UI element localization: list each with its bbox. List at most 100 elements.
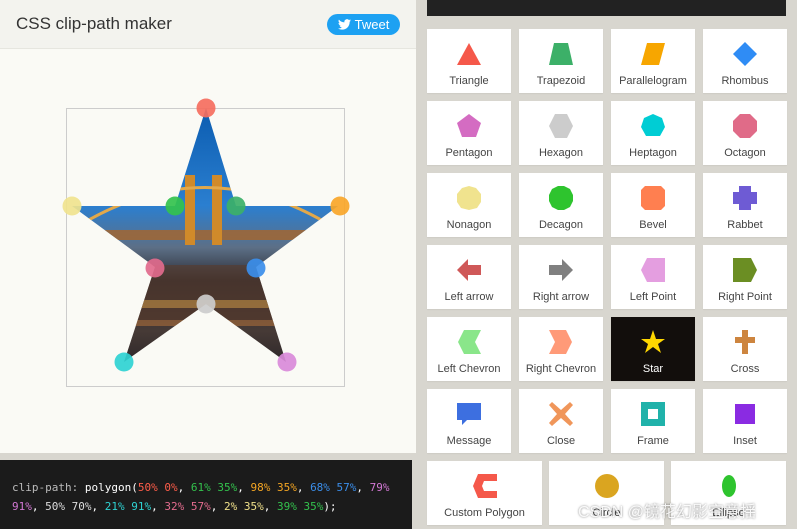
shape-button-frame[interactable]: Frame	[611, 389, 695, 453]
shape-button-parallelogram[interactable]: Parallelogram	[611, 29, 695, 93]
shape-label: Circle	[592, 507, 621, 519]
bevel-icon	[641, 186, 665, 210]
pentagon-icon	[457, 114, 481, 137]
shape-button-hexagon[interactable]: Hexagon	[519, 101, 603, 165]
handle-inner-right[interactable]	[246, 258, 266, 278]
hexagon-icon	[549, 114, 573, 138]
shape-label: Right arrow	[532, 291, 590, 303]
top-bar	[427, 0, 786, 16]
shape-button-pentagon[interactable]: Pentagon	[427, 101, 511, 165]
shape-button-message[interactable]: Message	[427, 389, 511, 453]
shape-label: Frame	[637, 435, 669, 447]
shape-label: Message	[446, 435, 492, 447]
shape-label: Left Chevron	[437, 363, 501, 375]
shape-button-left-arrow[interactable]: Left arrow	[427, 245, 511, 309]
shape-label: Decagon	[538, 219, 584, 231]
shape-label: Nonagon	[446, 219, 492, 231]
handle-inner-bottom[interactable]	[196, 294, 216, 314]
shape-button-heptagon[interactable]: Heptagon	[611, 101, 695, 165]
shape-button-octagon[interactable]: Octagon	[703, 101, 787, 165]
shape-label: Trapezoid	[536, 75, 586, 87]
code-point: 2% 35%	[223, 500, 264, 513]
code-point: 39% 35%	[276, 500, 324, 513]
handle-right[interactable]	[330, 196, 350, 216]
handle-bottom-left[interactable]	[114, 352, 134, 372]
shape-label: Cross	[730, 363, 760, 375]
triangle-icon	[457, 43, 481, 65]
shape-button-circle[interactable]: Circle	[549, 461, 664, 525]
clipped-photo	[72, 108, 338, 362]
right-chevron-icon	[549, 330, 572, 354]
shape-button-decagon[interactable]: Decagon	[519, 173, 603, 237]
custom-polygon-icon	[472, 474, 497, 498]
shape-label: Custom Polygon	[444, 507, 525, 519]
code-output[interactable]: clip-path: polygon(50% 0%, 61% 35%, 98% …	[0, 460, 412, 529]
star-icon	[641, 330, 665, 353]
decagon-icon	[549, 186, 573, 210]
shape-button-nonagon[interactable]: Nonagon	[427, 173, 511, 237]
close-icon	[549, 402, 573, 426]
left-arrow-icon	[457, 259, 481, 281]
shape-label: Right Chevron	[525, 363, 597, 375]
shape-label: Right Point	[718, 291, 772, 303]
shape-label: Left arrow	[444, 291, 494, 303]
shape-label: Pentagon	[445, 147, 493, 159]
handle-left[interactable]	[62, 196, 82, 216]
code-property: clip-path:	[12, 481, 79, 494]
code-function: polygon(	[84, 481, 138, 494]
editor-panel: CSS clip-path maker Tweet	[0, 0, 416, 453]
shape-button-inset[interactable]: Inset	[703, 389, 787, 453]
shape-button-triangle[interactable]: Triangle	[427, 29, 511, 93]
shape-label: Ellipse	[712, 507, 745, 519]
cross-icon	[735, 330, 755, 354]
code-point: 68% 57%	[310, 481, 357, 494]
shape-label: Inset	[733, 435, 757, 447]
shape-label: Heptagon	[629, 147, 677, 159]
rabbet-icon	[733, 186, 757, 210]
handle-inner-left[interactable]	[145, 258, 165, 278]
shape-label: Rabbet	[727, 219, 763, 231]
left-point-icon	[641, 258, 665, 282]
circle-icon	[594, 474, 619, 498]
shape-button-right-arrow[interactable]: Right arrow	[519, 245, 603, 309]
code-point: 32% 57%	[164, 500, 211, 513]
shape-label: Octagon	[724, 147, 766, 159]
trapezoid-icon	[549, 43, 573, 65]
heptagon-icon	[641, 114, 665, 136]
shape-button-bevel[interactable]: Bevel	[611, 173, 695, 237]
shape-button-rabbet[interactable]: Rabbet	[703, 173, 787, 237]
message-icon	[457, 403, 481, 425]
code-close: );	[323, 500, 337, 513]
shape-button-trapezoid[interactable]: Trapezoid	[519, 29, 603, 93]
code-point: 98% 35%	[250, 481, 297, 494]
shape-button-right-chevron[interactable]: Right Chevron	[519, 317, 603, 381]
shape-button-close[interactable]: Close	[519, 389, 603, 453]
shape-button-left-point[interactable]: Left Point	[611, 245, 695, 309]
shape-label: Star	[642, 363, 664, 375]
frame-icon	[641, 402, 665, 426]
handle-bottom-right[interactable]	[277, 352, 297, 372]
left-chevron-icon	[458, 330, 481, 354]
parallelogram-icon	[641, 43, 665, 65]
right-arrow-icon	[549, 259, 573, 281]
shape-button-rhombus[interactable]: Rhombus	[703, 29, 787, 93]
shape-button-cross[interactable]: Cross	[703, 317, 787, 381]
code-point: 50% 0%	[137, 481, 178, 494]
shape-button-ellipse[interactable]: Ellipse	[671, 461, 786, 525]
shape-label: Bevel	[639, 219, 667, 231]
code-point: 61% 35%	[190, 481, 238, 494]
shape-button-custom-polygon[interactable]: Custom Polygon	[427, 461, 542, 525]
code-point: 50% 70%	[45, 500, 92, 513]
shape-button-left-chevron[interactable]: Left Chevron	[427, 317, 511, 381]
code-point: 21% 91%	[104, 500, 152, 513]
handle-inner-left-top[interactable]	[165, 196, 185, 216]
handle-top[interactable]	[196, 98, 216, 118]
nonagon-icon	[457, 186, 481, 210]
shape-button-star[interactable]: Star	[611, 317, 695, 381]
handle-inner-right-top[interactable]	[226, 196, 246, 216]
shape-label: Hexagon	[538, 147, 584, 159]
shape-label: Close	[546, 435, 576, 447]
shape-button-right-point[interactable]: Right Point	[703, 245, 787, 309]
shape-label: Left Point	[629, 291, 677, 303]
octagon-icon	[733, 114, 757, 138]
